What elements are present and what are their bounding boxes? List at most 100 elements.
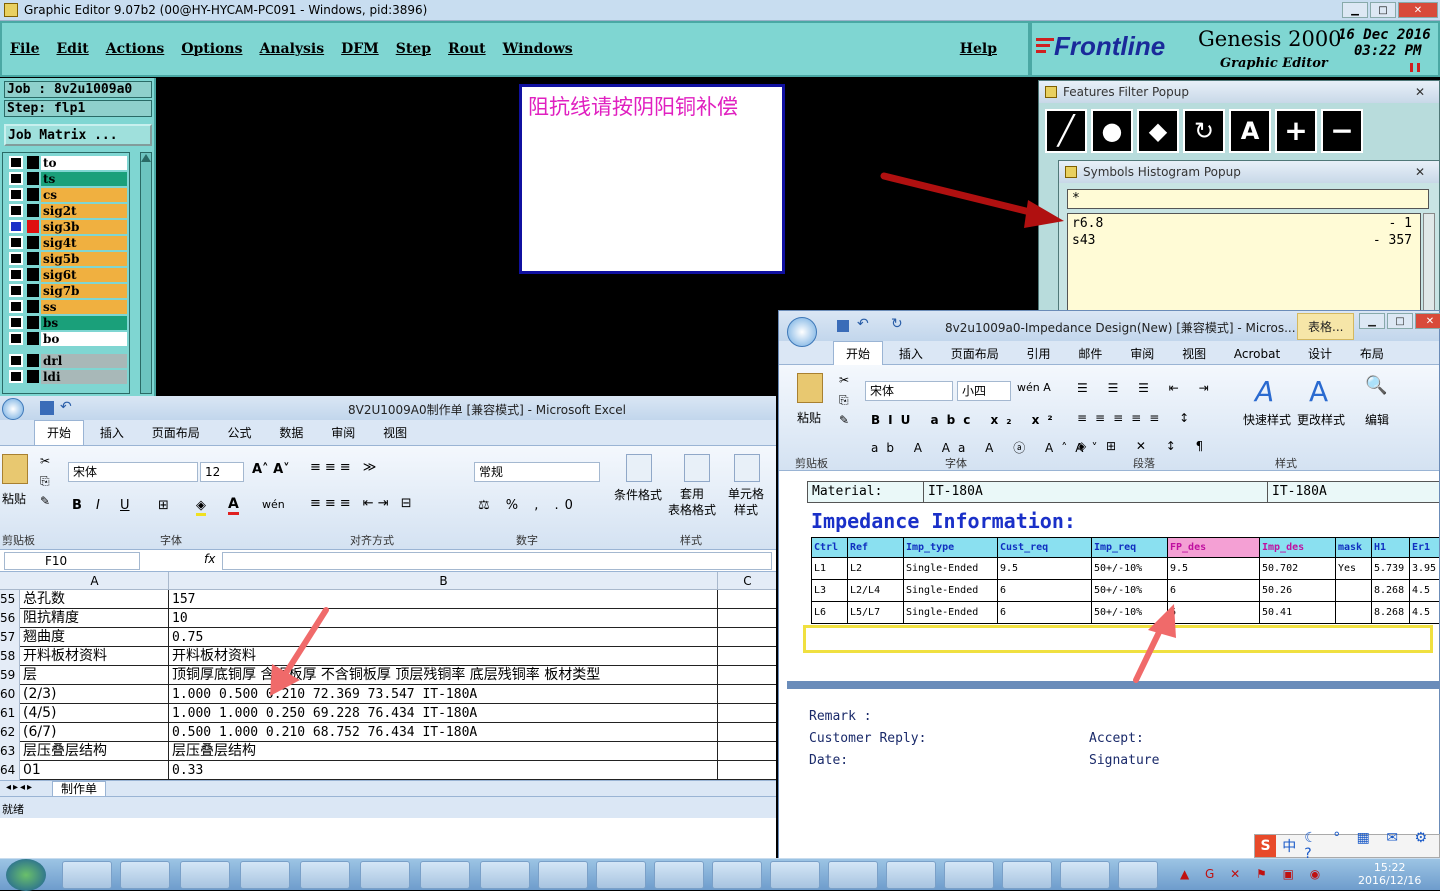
excel-tab-view[interactable]: 视图 [371,421,419,445]
taskbar-app-4[interactable] [240,861,290,889]
taskbar-genesis-4[interactable] [654,861,704,889]
find-icon[interactable]: 🔍 [1365,375,1387,396]
cell-a[interactable]: (2/3) [21,685,169,704]
table-cell[interactable]: 4.5 [1409,579,1439,602]
menu-options[interactable]: Options [181,41,242,57]
table-cell[interactable] [1335,579,1372,602]
layer-row-bo[interactable]: bo [9,331,127,346]
row-number[interactable]: 61 [0,704,20,723]
cell-a[interactable]: (6/7) [21,723,169,742]
table-cell[interactable]: L3 [811,579,848,602]
number-format-select[interactable]: 常规 [474,462,600,482]
paste-button[interactable]: 粘贴 [797,409,821,426]
taskbar-genesis-2[interactable] [538,861,588,889]
italic-icon[interactable]: I [96,498,100,513]
sogou-icon[interactable]: S [1255,835,1277,857]
layer-row-drl[interactable]: drl [9,353,127,368]
menu-analysis[interactable]: Analysis [259,41,324,57]
symbol-filter-input[interactable]: * [1067,189,1429,209]
row-number[interactable]: 57 [0,628,20,647]
layer-checkbox[interactable] [9,354,23,367]
layer-row-sig6t[interactable]: sig6t [9,267,127,282]
cell-a[interactable]: 层压叠层结构 [21,742,169,761]
symbol-row[interactable]: r6.8 - 1 [1068,214,1420,231]
word-tab-references[interactable]: 引用 [1015,342,1063,366]
table-cell[interactable]: 9.5 [1167,557,1260,580]
menu-help[interactable]: Help [960,41,997,57]
tray-icons[interactable]: ▲ G ✕ ⚑ ▣ ◉ [1180,867,1326,881]
ime-mode[interactable]: 中 [1282,836,1296,856]
close-icon[interactable]: ✕ [1415,313,1440,329]
cell-a[interactable]: 阻抗精度 [21,609,169,628]
quick-style-icon[interactable]: A [1255,375,1274,408]
cell-b[interactable]: 0.75 [170,628,718,647]
menu-step[interactable]: Step [396,41,431,57]
bold-icon[interactable]: B [72,498,82,513]
excel-tab-insert[interactable]: 插入 [88,421,136,445]
save-icon[interactable] [40,401,54,415]
symbol-row[interactable]: s43 - 357 [1068,231,1420,248]
cell-a[interactable]: 层 [21,666,169,685]
cell-b[interactable]: 层压叠层结构 [170,742,718,761]
layer-name[interactable]: ldi [41,369,127,384]
taskbar-excel-2[interactable] [1002,861,1052,889]
layer-checkbox[interactable] [9,316,23,329]
layer-name[interactable]: bo [41,331,127,346]
taskbar-app-6[interactable] [360,861,410,889]
table-cell[interactable]: 50.26 [1259,579,1336,602]
table-cell[interactable]: 50.41 [1259,601,1336,624]
paste-button[interactable]: 粘贴 [2,490,26,507]
taskbar-app-7[interactable] [420,861,470,889]
menu-dfm[interactable]: DFM [341,41,379,57]
layer-name[interactable]: ss [41,299,127,314]
layer-name[interactable]: sig6t [41,267,127,282]
taskbar-app-9[interactable] [1118,861,1158,889]
row-number[interactable]: 60 [0,685,20,704]
paragraph-align-icons[interactable]: ≡≡≡≡≡ ↕ [1077,411,1197,425]
word-tab-page-layout[interactable]: 页面布局 [939,342,1011,366]
table-cell[interactable]: 50.702 [1259,557,1336,580]
table-cell[interactable]: 50+/-10% [1091,557,1168,580]
taskbar-genesis-6[interactable] [770,861,820,889]
layer-name[interactable]: sig5b [41,251,127,266]
maximize-icon[interactable]: □ [1370,2,1396,18]
layer-row-sig4t[interactable]: sig4t [9,235,127,250]
menu-windows[interactable]: Windows [503,41,573,57]
conditional-format-button[interactable]: 条件格式 [614,486,662,503]
layer-row-ts[interactable]: ts [9,171,127,186]
layer-name[interactable]: bs [41,315,127,330]
row-number[interactable]: 55 [0,590,20,609]
font-effect-icons[interactable]: ab A Aa A ⓐ A˄A˅ [871,439,1105,456]
surface-icon[interactable]: ◆ [1137,109,1179,153]
paste-icon[interactable] [797,373,823,403]
taskbar-app-3[interactable] [180,861,230,889]
fill-color-icon[interactable]: ◈ [196,498,206,516]
layer-name[interactable]: sig2t [41,203,127,218]
taskbar-word-1[interactable] [828,861,878,889]
table-cell[interactable]: 4.5 [1409,601,1439,624]
word-tab-layout[interactable]: 布局 [1348,342,1396,366]
minimize-icon[interactable]: ▁ [1359,313,1385,329]
sheet-tab-production[interactable]: 制作单 [52,781,107,797]
layer-checkbox[interactable] [9,172,23,185]
close-icon[interactable]: ✕ [1415,85,1425,99]
cut-icon[interactable]: ✂ [839,373,849,387]
row-number[interactable]: 56 [0,609,20,628]
table-cell[interactable]: L6 [811,601,848,624]
conditional-format-icon[interactable] [626,454,652,482]
table-cell[interactable]: 5.739 [1371,557,1410,580]
grow-font-icon[interactable]: A˄ A˅ [252,462,290,477]
layer-checkbox[interactable] [9,332,23,345]
cell-b[interactable]: 1.000 0.500 0.210 72.369 73.547 IT-180A [170,685,718,704]
cell-b[interactable]: 1.000 1.000 0.250 69.228 76.434 IT-180A [170,704,718,723]
taskbar-genesis-1[interactable] [480,861,530,889]
cell-a[interactable]: (4/5) [21,704,169,723]
paste-icon[interactable] [2,454,28,484]
layer-row-sig3b[interactable]: sig3b [9,219,127,234]
phonetic-icon[interactable]: wén [262,498,285,511]
table-cell[interactable]: L5/L7 [847,601,904,624]
symbol-list-scrollbar[interactable] [1423,213,1435,323]
office-button[interactable] [2,398,24,420]
taskbar-app-8[interactable] [1060,861,1110,889]
layer-name[interactable]: drl [41,353,127,368]
